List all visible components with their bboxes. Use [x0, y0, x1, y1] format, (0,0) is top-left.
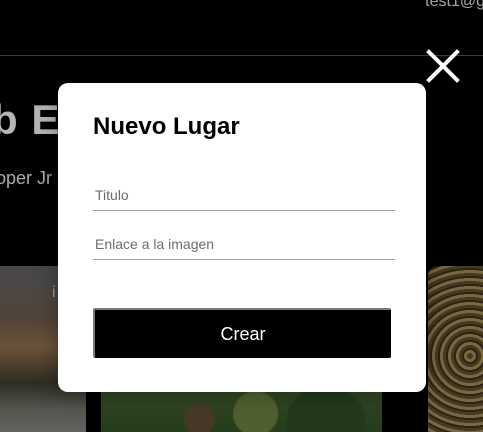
close-icon: [426, 49, 460, 83]
close-button[interactable]: [424, 47, 462, 85]
place-title-input[interactable]: [93, 181, 395, 211]
modal-title: Nuevo Lugar: [93, 113, 240, 140]
image-link-input[interactable]: [93, 230, 395, 260]
new-place-modal: Nuevo Lugar Crear: [58, 83, 426, 392]
create-button[interactable]: Crear: [93, 308, 391, 358]
